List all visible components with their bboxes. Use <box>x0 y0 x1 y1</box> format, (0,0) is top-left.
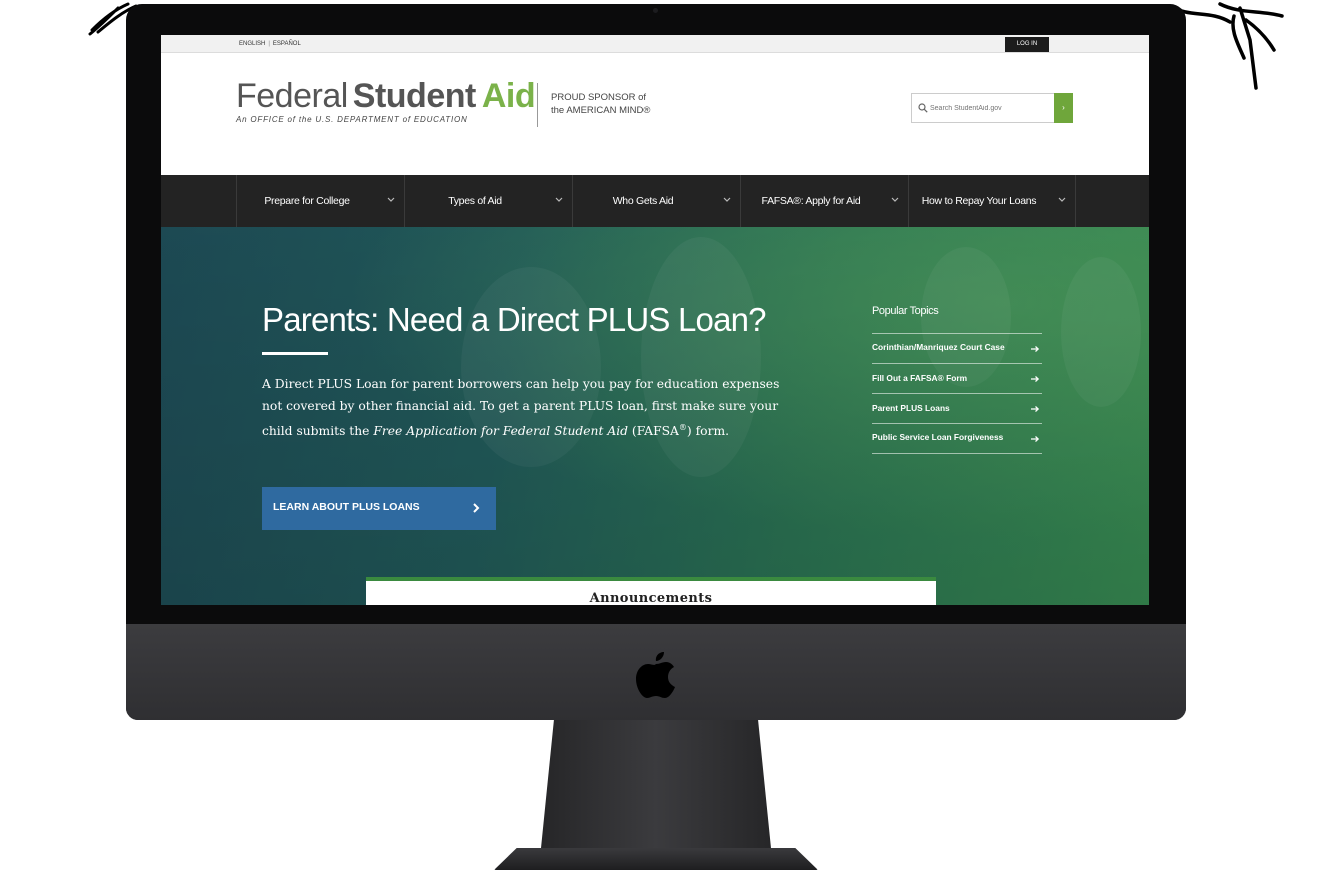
nav-item-label: Prepare for College <box>264 195 350 207</box>
site-header: Federal Student Aid An OFFICE of the U.S. … <box>161 53 1149 175</box>
chevron-down-icon <box>723 197 731 202</box>
hero-body-italic: Free Application for Federal Student Aid <box>373 424 629 439</box>
topic-label: Fill Out a FAFSA® Form <box>872 373 968 383</box>
topic-label: Parent PLUS Loans <box>872 403 950 413</box>
registered-mark: ® <box>678 423 687 432</box>
arrow-right-icon <box>1031 345 1040 352</box>
nav-item-who-gets-aid[interactable]: Who Gets Aid <box>572 175 740 227</box>
lang-separator: | <box>268 41 270 47</box>
hero-title: Parents: Need a Direct PLUS Loan? <box>262 301 767 338</box>
nav-item-label: How to Repay Your Loans <box>921 195 1037 207</box>
arrow-right-icon <box>1031 375 1040 382</box>
arrow-right-icon <box>1031 435 1040 442</box>
apple-logo-icon <box>636 652 675 698</box>
popular-topics-title: Popular Topics <box>872 305 1042 334</box>
hero-title-underline <box>262 352 328 355</box>
logo-subtitle: An OFFICE of the U.S. DEPARTMENT of EDUC… <box>236 115 468 124</box>
monitor-stand <box>540 720 772 858</box>
lang-english-link[interactable]: ENGLISH <box>239 41 265 47</box>
search-input[interactable] <box>930 99 1050 117</box>
nav-item-prepare-for-college[interactable]: Prepare for College <box>236 175 404 227</box>
nav-item-fafsa-apply[interactable]: FAFSA®: Apply for Aid <box>740 175 908 227</box>
hero-body-text: (FAFSA <box>628 424 679 439</box>
camera-dot <box>653 8 658 13</box>
announcements-title: Announcements <box>589 591 713 605</box>
sponsor-line-1: PROUD SPONSOR of <box>551 92 647 103</box>
chevron-down-icon <box>555 197 563 202</box>
monitor-chin <box>126 624 1186 720</box>
topic-link-pslf[interactable]: Public Service Loan Forgiveness <box>872 424 1042 454</box>
announcements-card: Announcements <box>366 577 936 605</box>
logo-word-student: Student <box>352 77 477 115</box>
learn-about-plus-loans-button[interactable]: LEARN ABOUT PLUS LOANS <box>262 487 496 530</box>
fsa-logo[interactable]: Federal Student Aid An OFFICE of the U.S. … <box>236 77 536 124</box>
search-submit-button[interactable]: › <box>1054 93 1073 123</box>
logo-word-aid: Aid <box>481 77 536 115</box>
browser-screen: ENGLISH | ESPAÑOL LOG IN Federal Student A… <box>161 35 1149 605</box>
nav-item-label: Who Gets Aid <box>612 195 674 207</box>
chevron-down-icon <box>1058 197 1066 202</box>
search-box <box>911 93 1055 123</box>
utility-bar: ENGLISH | ESPAÑOL LOG IN <box>161 35 1149 53</box>
lang-spanish-link[interactable]: ESPAÑOL <box>273 41 301 47</box>
main-nav: Prepare for College Types of Aid Who Get… <box>161 175 1149 227</box>
login-button[interactable]: LOG IN <box>1005 37 1049 52</box>
nav-item-repay-loans[interactable]: How to Repay Your Loans <box>908 175 1076 227</box>
sponsor-line-2: the AMERICAN MIND® <box>551 105 651 116</box>
sponsor-tagline: PROUD SPONSOR of the AMERICAN MIND® <box>551 91 650 117</box>
nav-item-label: Types of Aid <box>448 195 502 207</box>
hero-banner: Parents: Need a Direct PLUS Loan? A Dire… <box>161 227 1149 605</box>
search-icon <box>918 103 928 113</box>
monitor-stand-base <box>494 848 818 870</box>
hero-description: A Direct PLUS Loan for parent borrowers … <box>262 373 802 442</box>
nav-item-types-of-aid[interactable]: Types of Aid <box>404 175 572 227</box>
popular-topics-panel: Popular Topics Corinthian/Manriquez Cour… <box>872 305 1042 454</box>
logo-divider <box>537 83 538 127</box>
language-switcher: ENGLISH | ESPAÑOL <box>239 41 301 47</box>
chevron-down-icon <box>891 197 899 202</box>
topic-link-fafsa[interactable]: Fill Out a FAFSA® Form <box>872 364 1042 394</box>
topic-label: Corinthian/Manriquez Court Case <box>872 342 1005 352</box>
nav-item-label: FAFSA®: Apply for Aid <box>761 195 861 207</box>
hero-body-text: ) form. <box>686 424 730 439</box>
logo-word-federal: Federal <box>236 77 348 115</box>
topic-link-corinthian[interactable]: Corinthian/Manriquez Court Case <box>872 334 1042 364</box>
chevron-down-icon <box>387 197 395 202</box>
arrow-right-icon <box>1031 405 1040 412</box>
topic-link-parent-plus[interactable]: Parent PLUS Loans <box>872 394 1042 424</box>
chevron-right-icon <box>473 503 480 513</box>
cta-label: LEARN ABOUT PLUS LOANS <box>273 501 420 513</box>
logo-wordmark: Federal Student Aid <box>236 77 536 115</box>
topic-label: Public Service Loan Forgiveness <box>872 432 1004 442</box>
